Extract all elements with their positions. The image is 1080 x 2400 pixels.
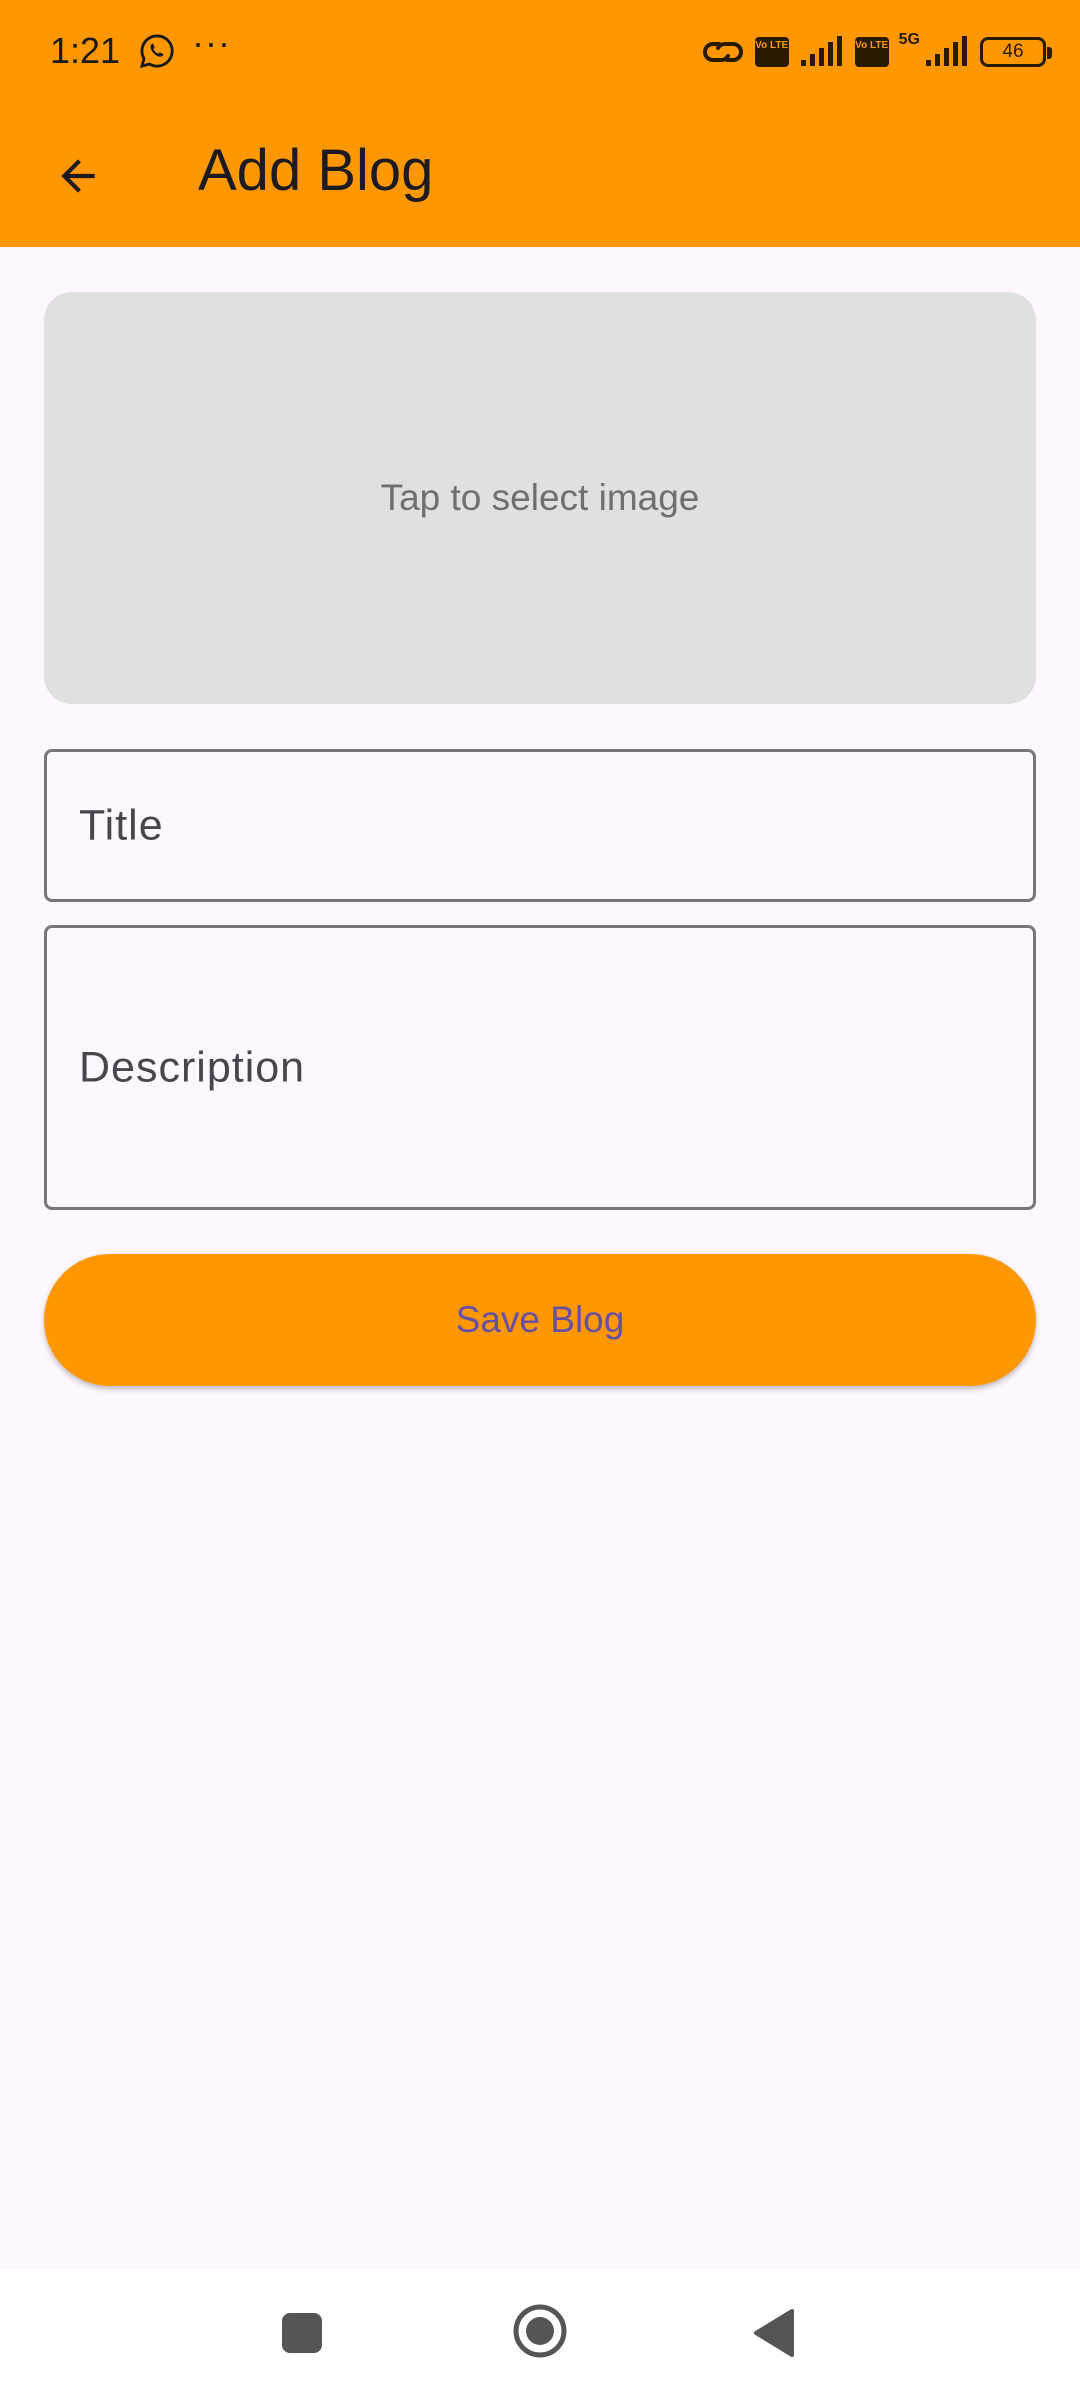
home-circle-icon[interactable] [512,2303,568,2359]
navigation-bar [0,2270,1080,2400]
title-placeholder: Title [79,801,164,849]
back-button[interactable] [38,136,118,216]
5g-signal-icon [926,36,967,66]
status-icons: Vo LTE Vo LTE 5G 46 [701,30,1052,74]
signal-icon [800,36,842,66]
recents-square-icon[interactable] [282,2313,322,2353]
whatsapp-icon [139,34,174,69]
more-notifications-icon: ··· [192,22,231,63]
title-field[interactable]: Title [44,749,1036,902]
battery-icon: 46 [980,37,1052,67]
page-title: Add Blog [198,138,434,203]
volte-icon-2: Vo LTE [854,37,889,67]
save-blog-label: Save Blog [455,1299,625,1340]
app-bar: Add Blog [0,100,1080,247]
volte-icon: Vo LTE [754,37,789,67]
description-placeholder: Description [79,1043,306,1091]
5g-label: 5G [898,31,920,48]
image-picker[interactable]: Tap to select image [44,292,1036,704]
back-triangle-icon[interactable] [752,2308,796,2358]
save-blog-button[interactable]: Save Blog [44,1254,1036,1386]
arrow-back-icon [61,159,95,193]
link-icon [702,41,743,63]
screen: 1:21 ··· Vo LTE Vo LTE 5G 46 Add Blog Ta… [0,0,1080,2400]
header-area: 1:21 ··· Vo LTE Vo LTE 5G 46 Add Blog [0,0,1080,247]
description-field[interactable]: Description [44,925,1036,1210]
status-bar: 1:21 ··· Vo LTE Vo LTE 5G 46 [0,0,1080,100]
image-picker-label: Tap to select image [380,477,700,518]
status-time: 1:21 [50,30,121,71]
